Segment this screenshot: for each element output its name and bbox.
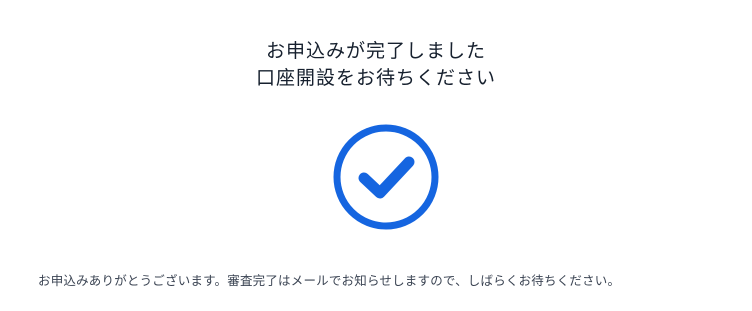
title-line-2: 口座開設をお待ちください <box>255 67 496 89</box>
check-circle-icon <box>333 124 439 230</box>
completion-message: お申込みありがとうございます。審査完了はメールでお知らせしますので、しばらくお待… <box>38 273 621 288</box>
title-line-1: お申込みが完了しました <box>265 40 486 62</box>
page-title: お申込みが完了しました 口座開設をお待ちください <box>0 38 752 92</box>
completion-page: お申込みが完了しました 口座開設をお待ちください お申込みありがとうございます。… <box>0 0 752 311</box>
